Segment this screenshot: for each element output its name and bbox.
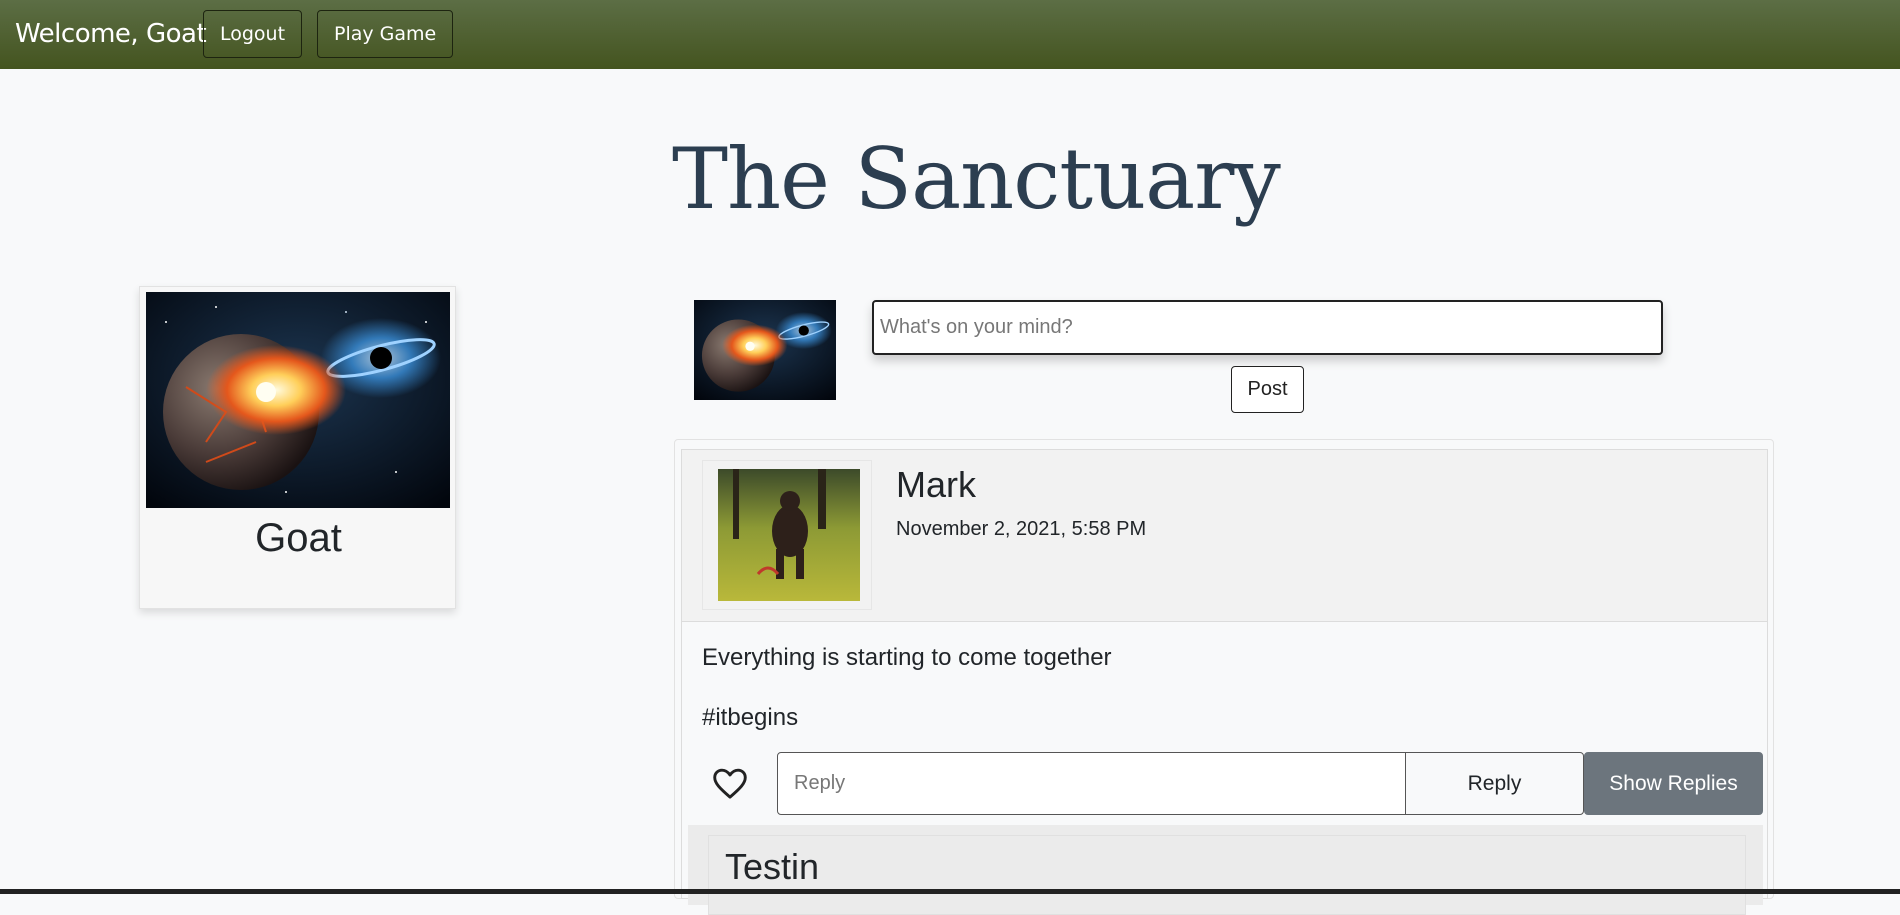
page-title: The Sanctuary (672, 130, 1281, 228)
reply-author-name: Testin (725, 846, 820, 887)
post-header: Mark November 2, 2021, 5:58 PM (682, 450, 1767, 622)
profile-avatar-image (146, 292, 450, 508)
reply-button[interactable]: Reply (1405, 752, 1584, 815)
post-timestamp: November 2, 2021, 5:58 PM (896, 518, 1147, 540)
profile-card: Goat (139, 286, 456, 609)
profile-name: Goat (255, 516, 342, 560)
post-author-name: Mark (896, 464, 976, 505)
show-replies-button[interactable]: Show Replies (1584, 752, 1763, 815)
composer-avatar-image (694, 300, 836, 400)
play-game-button[interactable]: Play Game (317, 10, 454, 58)
post-card: Mark November 2, 2021, 5:58 PM Everythin… (681, 449, 1768, 915)
author-avatar-image (718, 469, 860, 601)
logout-button[interactable]: Logout (203, 10, 303, 58)
post-composer-input[interactable] (872, 300, 1663, 355)
reply-input[interactable] (777, 752, 1406, 815)
welcome-text: Welcome, Goat (15, 19, 207, 49)
reply-card: Testin (708, 835, 1746, 915)
window-bottom-edge (0, 889, 1900, 894)
post-body-text: Everything is starting to come together (702, 644, 1112, 671)
author-avatar-frame (702, 460, 872, 610)
heart-icon[interactable] (712, 768, 748, 800)
post-hashtag: #itbegins (702, 704, 799, 731)
navbar: Welcome, Goat Logout Play Game (0, 0, 1900, 69)
post-button[interactable]: Post (1231, 366, 1304, 413)
